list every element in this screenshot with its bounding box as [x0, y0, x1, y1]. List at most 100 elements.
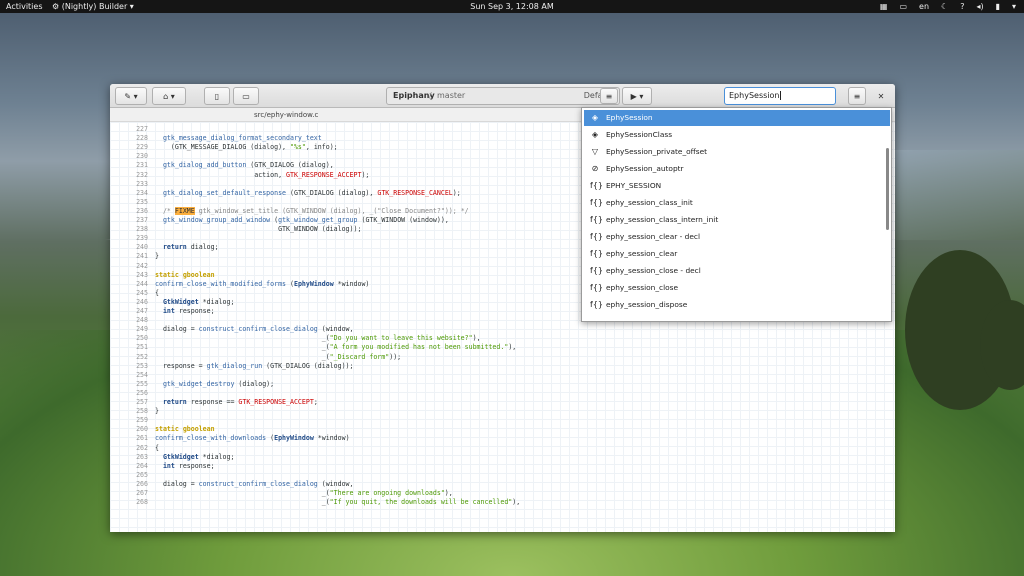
class-icon: ◈ — [591, 113, 599, 122]
code-line: _("There are ongoing downloads"), — [155, 489, 453, 497]
search-input[interactable]: EphySession — [724, 87, 836, 105]
build-icon: ≡ — [605, 91, 613, 101]
code-line: { — [155, 443, 159, 452]
completion-label: EphySession_private_offset — [606, 147, 708, 156]
code-line: _("_Discard form")); — [155, 352, 402, 361]
volume-icon[interactable]: ◂) — [976, 0, 983, 13]
completion-label: ephy_session_clear - decl — [606, 232, 700, 241]
code-line: int response; — [162, 461, 215, 470]
line-number: 230 — [136, 152, 148, 161]
function-icon: f{} — [590, 249, 603, 258]
battery-icon[interactable]: ▮ — [996, 0, 1000, 13]
line-number: 237 — [136, 216, 148, 224]
line-number: 252 — [136, 352, 148, 361]
clock[interactable]: Sun Sep 3, 12:08 AM — [0, 0, 1024, 13]
build-config-button[interactable]: ≡ — [600, 88, 618, 104]
completion-label: ephy_session_close — [606, 283, 679, 292]
help-icon[interactable]: ? — [960, 0, 964, 13]
line-number: 267 — [136, 489, 148, 497]
completion-label: EphySession_autoptr — [606, 164, 684, 173]
completion-item[interactable]: f{} ephy_session_close - decl — [584, 263, 890, 279]
macro-icon: f{} — [590, 181, 603, 190]
line-number: 257 — [136, 398, 148, 406]
line-number: 246 — [136, 297, 148, 306]
network-icon[interactable]: ▦ — [880, 0, 888, 13]
code-line: return dialog; — [162, 243, 219, 252]
completion-item[interactable]: f{} EPHY_SESSION — [584, 178, 890, 194]
run-button[interactable]: ▶ ▾ — [622, 87, 652, 105]
function-icon: f{} — [590, 232, 603, 241]
line-number: 231 — [136, 161, 148, 170]
code-line: gtk_dialog_add_button (GTK_DIALOG (dialo… — [162, 161, 334, 170]
toggle-panel-button[interactable]: ▭ — [233, 87, 259, 105]
code-line: action, GTK_RESPONSE_ACCEPT); — [155, 170, 370, 179]
line-number: 261 — [136, 434, 148, 443]
close-button[interactable]: ✕ — [872, 87, 890, 105]
function-icon: f{} — [590, 283, 603, 292]
build-menu-button[interactable]: ✎ ▾ — [115, 87, 147, 105]
code-line: confirm_close_with_downloads (EphyWindow… — [155, 434, 350, 443]
code-line: } — [155, 252, 159, 261]
code-line: gtk_dialog_set_default_response (GTK_DIA… — [162, 188, 461, 197]
code-line: gtk_message_dialog_format_secondary_text — [162, 134, 322, 143]
language-indicator[interactable]: en — [919, 0, 929, 13]
search-input-value: EphySession — [729, 91, 780, 100]
completion-label: EphySession — [606, 113, 653, 122]
completion-label: EphySessionClass — [606, 130, 673, 139]
line-number: 255 — [136, 379, 148, 388]
system-menu-icon[interactable]: ▾ — [1012, 0, 1016, 13]
toggle-sidebar-button[interactable]: ▯ — [204, 87, 230, 105]
class-icon: ◈ — [591, 130, 599, 139]
completion-item[interactable]: f{} ephy_session_class_init — [584, 195, 890, 211]
code-line: static gboolean — [155, 270, 215, 279]
project-path[interactable]: Epiphany / master Default — [386, 87, 620, 105]
open-menu-button[interactable]: ⌂ ▾ — [152, 87, 186, 105]
display-icon[interactable]: ▭ — [899, 0, 907, 13]
completion-label: ephy_session_close - decl — [606, 266, 701, 275]
bottom-panel-icon: ▭ — [242, 91, 250, 101]
line-number: 262 — [136, 443, 148, 452]
line-number: 248 — [136, 316, 148, 325]
code-line: /* FIXME gtk_window_set_title (GTK_WINDO… — [162, 206, 469, 215]
play-icon: ▶ ▾ — [630, 91, 644, 101]
home-icon: ⌂ ▾ — [163, 91, 175, 101]
hamburger-menu-button[interactable]: ≡ — [848, 87, 866, 105]
code-line: GTK_WINDOW (dialog)); — [155, 225, 362, 234]
completion-item[interactable]: ◈ EphySessionClass — [584, 127, 890, 143]
line-number: 235 — [136, 197, 148, 206]
line-number: 249 — [136, 325, 148, 334]
night-light-icon[interactable]: ☾ — [941, 0, 948, 13]
path-separator: / — [429, 91, 432, 100]
completion-label: ephy_session_class_init — [606, 198, 693, 207]
completion-item[interactable]: f{} ephy_session_clear — [584, 246, 890, 262]
line-number: 233 — [136, 179, 148, 188]
line-number: 234 — [136, 188, 148, 197]
line-number: 247 — [136, 307, 148, 315]
file-tab[interactable]: src/ephy-window.c — [254, 111, 318, 119]
line-number: 250 — [136, 334, 148, 343]
code-line: GtkWidget *dialog; — [162, 452, 235, 461]
line-number: 243 — [136, 270, 148, 279]
line-number: 263 — [136, 452, 148, 461]
line-number: 244 — [136, 279, 148, 288]
line-number: 240 — [136, 243, 148, 252]
completion-item[interactable]: ◈ EphySession — [584, 110, 890, 126]
line-number: 232 — [136, 170, 148, 179]
line-number: 236 — [136, 206, 148, 215]
menu-icon: ≡ — [853, 91, 861, 101]
branch-name: master — [437, 91, 466, 100]
line-number: 256 — [136, 388, 148, 397]
completion-item[interactable]: f{} ephy_session_close — [584, 280, 890, 296]
completion-item[interactable]: ⊘ EphySession_autoptr — [584, 161, 890, 177]
completion-item[interactable]: f{} ephy_session_class_intern_init — [584, 212, 890, 228]
completion-item[interactable]: ▽ EphySession_private_offset — [584, 144, 890, 160]
line-number: 239 — [136, 234, 148, 243]
close-icon: ✕ — [877, 91, 885, 101]
line-number: 264 — [136, 461, 148, 470]
completion-item[interactable]: f{} ephy_session_dispose — [584, 297, 890, 313]
sidebar-icon: ▯ — [214, 91, 220, 101]
completion-item[interactable]: f{} ephy_session_clear - decl — [584, 229, 890, 245]
line-number: 241 — [136, 252, 148, 261]
code-line: (GTK_MESSAGE_DIALOG (dialog), "%s", info… — [155, 143, 338, 152]
line-number: 242 — [136, 261, 148, 270]
